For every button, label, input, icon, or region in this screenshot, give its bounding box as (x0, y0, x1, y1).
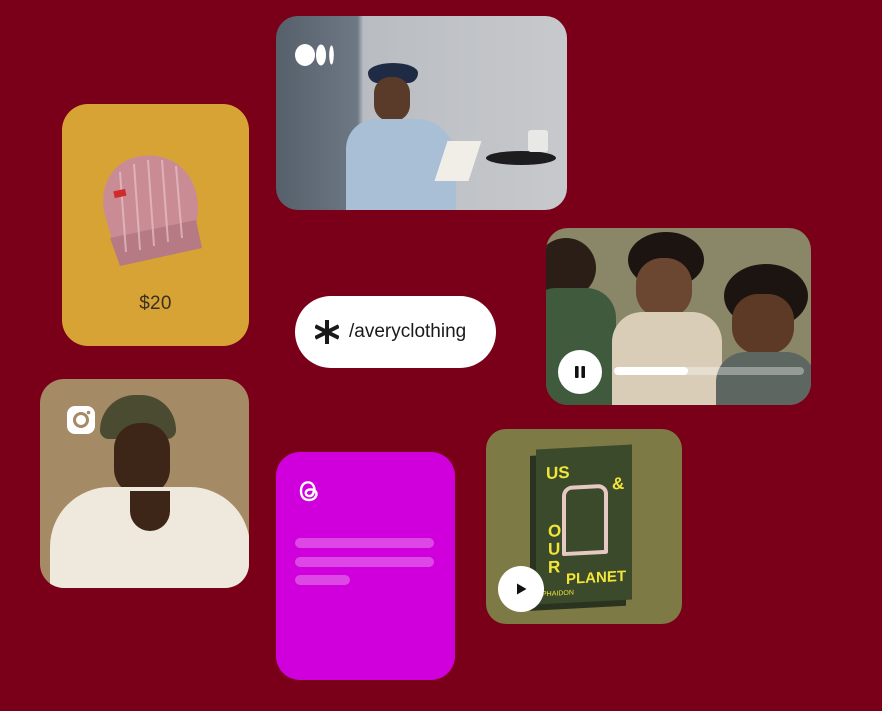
threads-text-placeholder (295, 538, 434, 548)
book-cover: US & O U R PLANET PHAIDON (536, 444, 632, 605)
book-title-word: PLANET (566, 567, 626, 588)
play-button[interactable] (498, 566, 544, 612)
instagram-icon (67, 406, 95, 434)
linktree-handle: /averyclothing (349, 321, 467, 342)
book-video-card[interactable]: US & O U R PLANET PHAIDON (486, 429, 682, 624)
linktree-handle-pill[interactable]: /averyclothing (295, 296, 496, 368)
book-title-word: US (546, 462, 570, 483)
medium-logo-icon (295, 44, 334, 66)
product-price: $20 (139, 293, 172, 314)
pause-button[interactable] (558, 350, 602, 394)
pause-icon (575, 366, 585, 378)
threads-post-card[interactable] (276, 452, 455, 680)
photo-mug (528, 130, 548, 152)
book-title-word: R (548, 557, 561, 577)
book-title-word: O (548, 521, 562, 541)
video-card[interactable] (546, 228, 811, 405)
book-title-word: U (548, 539, 561, 559)
video-progress-bar[interactable] (614, 367, 804, 375)
book-title-word: & (612, 473, 625, 494)
photo-person-with-book (346, 41, 496, 210)
threads-icon (299, 481, 318, 502)
play-icon (517, 583, 527, 595)
threads-text-placeholder (295, 575, 350, 585)
linktree-asterisk-icon (315, 320, 339, 344)
photo-table (486, 151, 556, 165)
product-card-beanie[interactable]: $20 (62, 104, 249, 346)
book-publisher: PHAIDON (542, 589, 574, 599)
medium-post-card[interactable] (276, 16, 567, 210)
threads-text-placeholder (295, 557, 434, 567)
beanie-image (103, 155, 202, 266)
video-progress-fill (614, 367, 689, 375)
instagram-post-card[interactable] (40, 379, 249, 588)
